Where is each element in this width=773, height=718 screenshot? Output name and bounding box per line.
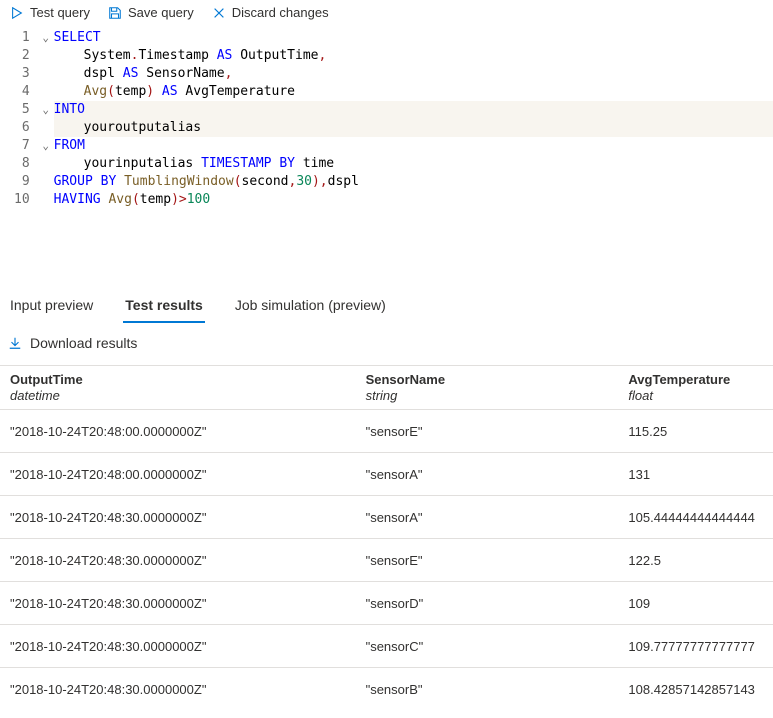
table-header-row: OutputTime datetime SensorName string Av… [0, 366, 773, 410]
download-icon [8, 336, 22, 350]
chevron-down-icon[interactable]: ⌄ [38, 29, 54, 47]
close-icon [212, 6, 226, 20]
test-query-label: Test query [30, 5, 90, 20]
table-cell: 109.77777777777777 [618, 625, 773, 668]
table-cell: "2018-10-24T20:48:30.0000000Z" [0, 496, 356, 539]
play-icon [10, 6, 24, 20]
query-editor[interactable]: 1 2 3 4 5 6 7 8 9 10 ⌄ ⌄ ⌄ SELECT System… [0, 27, 773, 291]
save-query-button[interactable]: Save query [108, 5, 194, 20]
code-line: INTO [54, 101, 773, 119]
code-line: GROUP BY TumblingWindow(second,30),dspl [54, 173, 773, 191]
table-row[interactable]: "2018-10-24T20:48:30.0000000Z""sensorC"1… [0, 625, 773, 668]
column-header[interactable]: SensorName string [356, 366, 619, 410]
table-row[interactable]: "2018-10-24T20:48:30.0000000Z""sensorE"1… [0, 539, 773, 582]
table-cell: 108.42857142857143 [618, 668, 773, 711]
code-line: yourinputalias TIMESTAMP BY time [54, 155, 773, 173]
table-cell: 105.44444444444444 [618, 496, 773, 539]
table-cell: "sensorE" [356, 539, 619, 582]
table-cell: "2018-10-24T20:48:00.0000000Z" [0, 453, 356, 496]
code-line: dspl AS SensorName, [54, 65, 773, 83]
table-row[interactable]: "2018-10-24T20:48:30.0000000Z""sensorD"1… [0, 582, 773, 625]
save-icon [108, 6, 122, 20]
table-cell: "2018-10-24T20:48:30.0000000Z" [0, 539, 356, 582]
code-line: HAVING Avg(temp)>100 [54, 191, 773, 209]
chevron-down-icon[interactable]: ⌄ [38, 137, 54, 155]
tab-job-simulation[interactable]: Job simulation (preview) [233, 291, 388, 323]
discard-changes-label: Discard changes [232, 5, 329, 20]
code-line: Avg(temp) AS AvgTemperature [54, 83, 773, 101]
tab-test-results[interactable]: Test results [123, 291, 205, 323]
code-area[interactable]: SELECT System.Timestamp AS OutputTime, d… [54, 27, 773, 211]
table-cell: 115.25 [618, 410, 773, 453]
table-cell: "2018-10-24T20:48:00.0000000Z" [0, 410, 356, 453]
code-line: System.Timestamp AS OutputTime, [54, 47, 773, 65]
table-cell: "2018-10-24T20:48:30.0000000Z" [0, 625, 356, 668]
table-cell: "2018-10-24T20:48:30.0000000Z" [0, 668, 356, 711]
toolbar: Test query Save query Discard changes [0, 0, 773, 27]
table-cell: "sensorA" [356, 453, 619, 496]
chevron-down-icon[interactable]: ⌄ [38, 101, 54, 119]
download-results-button[interactable]: Download results [0, 323, 773, 365]
column-header[interactable]: AvgTemperature float [618, 366, 773, 410]
column-header[interactable]: OutputTime datetime [0, 366, 356, 410]
table-cell: "sensorB" [356, 668, 619, 711]
results-table: OutputTime datetime SensorName string Av… [0, 365, 773, 710]
results-tabs: Input preview Test results Job simulatio… [0, 291, 773, 323]
table-cell: "sensorD" [356, 582, 619, 625]
table-row[interactable]: "2018-10-24T20:48:00.0000000Z""sensorE"1… [0, 410, 773, 453]
table-cell: 109 [618, 582, 773, 625]
table-cell: "2018-10-24T20:48:30.0000000Z" [0, 582, 356, 625]
table-cell: "sensorE" [356, 410, 619, 453]
table-row[interactable]: "2018-10-24T20:48:30.0000000Z""sensorB"1… [0, 668, 773, 711]
table-cell: "sensorC" [356, 625, 619, 668]
table-row[interactable]: "2018-10-24T20:48:30.0000000Z""sensorA"1… [0, 496, 773, 539]
download-results-label: Download results [30, 335, 137, 351]
table-cell: 131 [618, 453, 773, 496]
code-line: SELECT [54, 29, 773, 47]
discard-changes-button[interactable]: Discard changes [212, 5, 329, 20]
line-number-gutter: 1 2 3 4 5 6 7 8 9 10 [0, 27, 38, 211]
table-cell: "sensorA" [356, 496, 619, 539]
save-query-label: Save query [128, 5, 194, 20]
table-row[interactable]: "2018-10-24T20:48:00.0000000Z""sensorA"1… [0, 453, 773, 496]
code-line: FROM [54, 137, 773, 155]
tab-input-preview[interactable]: Input preview [8, 291, 95, 323]
table-cell: 122.5 [618, 539, 773, 582]
code-line: youroutputalias [54, 119, 773, 137]
test-query-button[interactable]: Test query [10, 5, 90, 20]
fold-gutter: ⌄ ⌄ ⌄ [38, 27, 54, 211]
